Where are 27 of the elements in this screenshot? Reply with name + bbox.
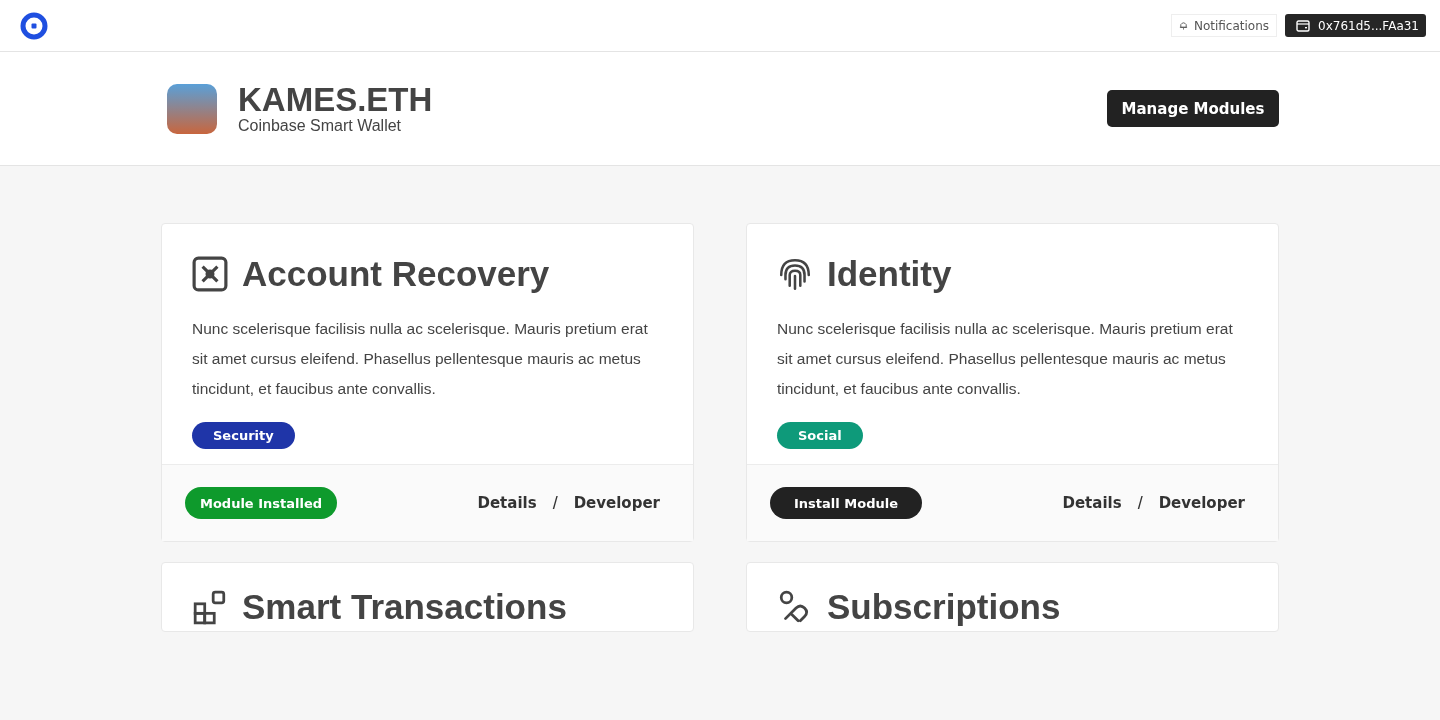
- module-title: Account Recovery: [242, 254, 550, 294]
- module-title: Identity: [827, 254, 952, 294]
- wallet-button[interactable]: 0x761d5...FAa31: [1285, 14, 1426, 37]
- module-description: Nunc scelerisque facilisis nulla ac scelerisque. Mauris pretium erat sit amet cursus eleifend. Phasellus pellentesque mauris ac metus tincidunt, et faucibus ante convallis.: [777, 319, 1234, 399]
- fingerprint-icon: [777, 256, 813, 292]
- notifications-button[interactable]: Notifications: [1170, 14, 1278, 37]
- details-link[interactable]: Details: [1062, 494, 1122, 512]
- profile-subtitle: Coinbase Smart Wallet: [238, 116, 403, 135]
- profile-name: KAMES.ETH: [238, 82, 434, 117]
- module-title: Smart Transactions: [242, 587, 567, 627]
- developer-link[interactable]: Developer: [573, 494, 660, 512]
- wallet-icon: [1296, 19, 1311, 32]
- blocks-icon: [192, 589, 228, 625]
- install-button[interactable]: Install Module: [770, 487, 922, 519]
- developer-link[interactable]: Developer: [1158, 494, 1245, 512]
- avatar-placeholder: [167, 83, 217, 134]
- link-separator: /: [552, 492, 558, 514]
- module-title: Subscriptions: [827, 587, 1061, 627]
- logo-icon[interactable]: [20, 11, 48, 40]
- module-description: Nunc scelerisque facilisis nulla ac scelerisque. Mauris pretium erat sit amet cursus eleifend. Phasellus pellentesque mauris ac metus tincidunt, et faucibus ante convallis.: [192, 319, 649, 399]
- category-tag: Security: [192, 422, 295, 449]
- category-tag: Social: [777, 422, 863, 449]
- manage-modules-button[interactable]: Manage Modules: [1107, 90, 1279, 127]
- details-link[interactable]: Details: [477, 494, 537, 512]
- link-separator: /: [1137, 492, 1143, 514]
- crossed-box-icon: [192, 256, 228, 292]
- installed-button[interactable]: Module Installed: [185, 487, 337, 519]
